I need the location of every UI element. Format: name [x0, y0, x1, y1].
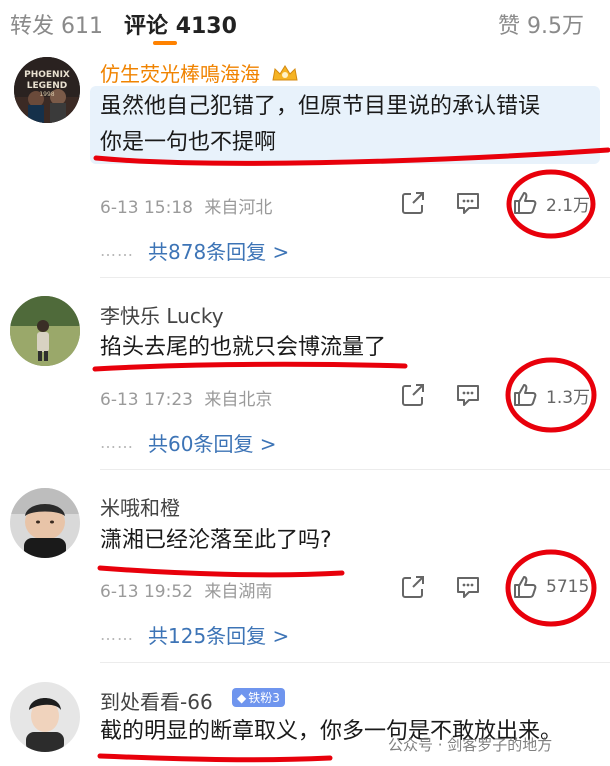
- like-button[interactable]: 5715: [512, 574, 589, 600]
- like-button[interactable]: 1.3万: [512, 382, 590, 408]
- username-text: 到处看看-66: [100, 690, 213, 714]
- like-button[interactable]: 2.1万: [512, 190, 590, 216]
- comment-date: 6-13 19:52: [100, 582, 193, 602]
- username[interactable]: 到处看看-66: [100, 686, 213, 715]
- comment-icon[interactable]: [455, 190, 481, 216]
- avatar-logo-year: 1998: [39, 91, 54, 98]
- avatar[interactable]: [10, 296, 80, 366]
- thumbs-up-icon: [514, 192, 537, 214]
- underline-mark: [97, 753, 333, 763]
- comment-date: 6-13 17:23: [100, 390, 193, 410]
- tab-repost[interactable]: 转发 611: [10, 8, 103, 40]
- username[interactable]: 米哦和橙: [100, 492, 180, 521]
- tab-likes-label: 赞: [498, 14, 521, 39]
- active-tab-indicator: [153, 41, 177, 45]
- username[interactable]: 仿生荧光棒鳴海海: [100, 58, 300, 88]
- replies-dots: ……: [100, 433, 134, 452]
- comment-meta: 6-13 19:52 来自湖南: [100, 577, 272, 602]
- avatar-image: [10, 296, 80, 366]
- fan-badge: ◆ 铁粉3: [232, 688, 285, 707]
- comment-text-line: 虽然他自己犯错了，但原节目里说的承认错误: [100, 94, 541, 119]
- username-text: 仿生荧光棒鳴海海: [100, 62, 260, 86]
- avatar[interactable]: [10, 682, 80, 752]
- replies-link[interactable]: …… 共878条回复 >: [100, 236, 289, 265]
- divider: [100, 469, 610, 470]
- share-icon[interactable]: [400, 382, 426, 408]
- underline-mark: [92, 361, 408, 372]
- watermark: 公众号 · 剑客罗子的地方: [388, 736, 553, 754]
- avatar-logo-text-2: LEGEND: [27, 81, 67, 91]
- username[interactable]: 李快乐 Lucky: [100, 300, 224, 329]
- like-count: 2.1万: [546, 195, 591, 216]
- comment-text-line: 掐头去尾的也就只会博流量了: [100, 335, 387, 360]
- replies-text: 共878条回复 >: [148, 240, 290, 264]
- fan-badge-text: 铁粉3: [248, 691, 280, 705]
- comment-tabs: 转发 611 评论 4130 赞 9.5万: [0, 0, 610, 45]
- divider: [100, 277, 610, 278]
- comment-text-line: 你是一句也不提啊: [100, 130, 277, 155]
- tab-repost-count: 611: [61, 14, 104, 39]
- avatar-image: [10, 488, 80, 558]
- comment-meta: 6-13 15:18 来自河北: [100, 193, 272, 218]
- share-icon[interactable]: [400, 190, 426, 216]
- replies-link[interactable]: …… 共125条回复 >: [100, 620, 289, 649]
- comment-icon[interactable]: [455, 382, 481, 408]
- replies-text: 共125条回复 >: [148, 624, 290, 648]
- tab-comments[interactable]: 评论 4130: [124, 8, 237, 40]
- comment-location: 来自湖南: [204, 582, 273, 602]
- divider: [100, 662, 610, 663]
- avatar-image: [10, 682, 80, 752]
- thumbs-up-icon: [514, 576, 537, 598]
- avatar-image: PHOENIX LEGEND 1998: [14, 57, 80, 123]
- tab-comments-count: 4130: [175, 14, 237, 39]
- avatar[interactable]: PHOENIX LEGEND 1998: [14, 57, 80, 123]
- comment-meta: 6-13 17:23 来自北京: [100, 385, 272, 410]
- replies-dots: ……: [100, 625, 134, 644]
- comment-date: 6-13 15:18: [100, 198, 193, 218]
- diamond-icon: ◆: [237, 690, 247, 705]
- tab-repost-label: 转发: [10, 14, 55, 39]
- like-count: 1.3万: [546, 387, 591, 408]
- comment-location: 来自北京: [204, 390, 273, 410]
- comment-location: 来自河北: [204, 198, 273, 218]
- replies-link[interactable]: …… 共60条回复 >: [100, 428, 277, 457]
- comment-icon[interactable]: [455, 574, 481, 600]
- like-count: 5715: [546, 577, 590, 597]
- tab-likes-count: 9.5万: [527, 14, 585, 39]
- replies-dots: ……: [100, 241, 134, 260]
- avatar-logo-text: PHOENIX: [24, 70, 70, 80]
- tab-likes[interactable]: 赞 9.5万: [498, 8, 584, 40]
- underline-mark: [97, 565, 345, 578]
- share-icon[interactable]: [400, 574, 426, 600]
- thumbs-up-icon: [514, 384, 537, 406]
- avatar[interactable]: [10, 488, 80, 558]
- comment-text-line: 潇湘已经沦落至此了吗?: [100, 528, 332, 553]
- crown-icon: [270, 63, 300, 88]
- replies-text: 共60条回复 >: [148, 432, 277, 456]
- tab-comments-label: 评论: [124, 14, 169, 39]
